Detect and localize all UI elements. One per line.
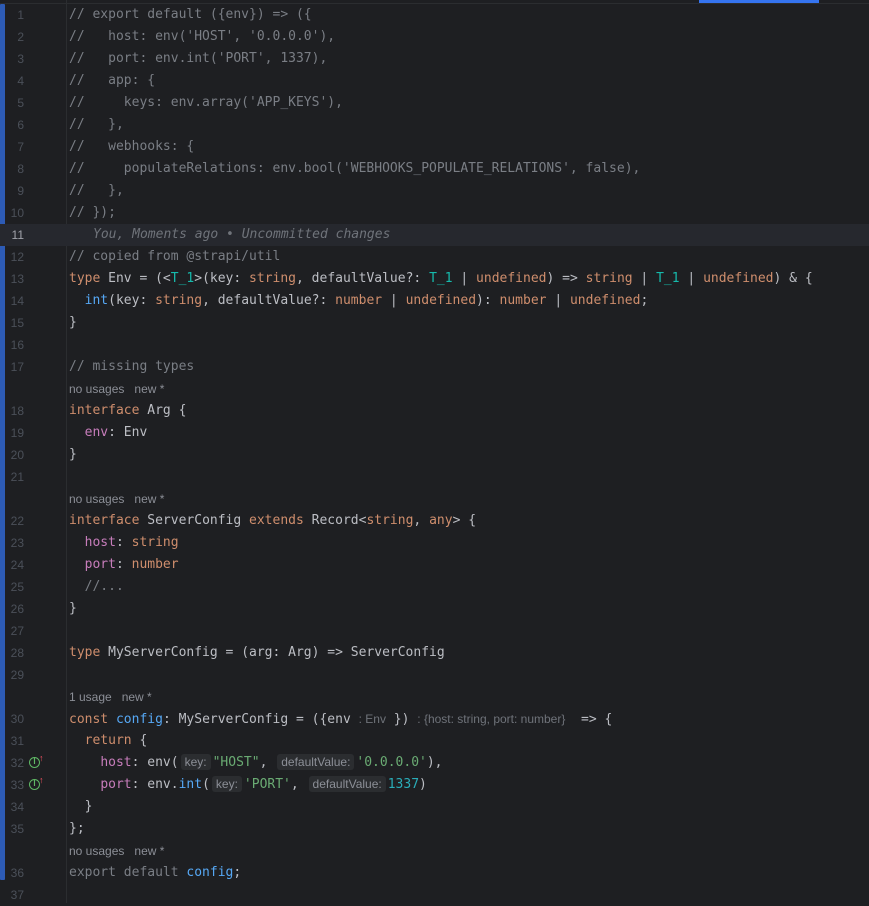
code-line[interactable]: 5// keys: env.array('APP_KEYS'), xyxy=(0,92,869,114)
code-line[interactable]: 28 type MyServerConfig = (arg: Arg) => Se… xyxy=(0,642,869,664)
inlay-param-hint: defaultValue: xyxy=(308,776,386,792)
implements-member-icon[interactable]: I xyxy=(29,776,44,790)
current-line[interactable]: 11 You, Moments ago • Uncommitted changes xyxy=(0,224,869,246)
usages-hint[interactable]: no usages new * xyxy=(0,488,869,510)
comment: //... xyxy=(84,579,124,594)
comment: // export default ({env}) => ({ xyxy=(69,7,312,22)
code-line[interactable]: 31 return { xyxy=(0,730,869,752)
code-line[interactable]: 6// }, xyxy=(0,114,869,136)
implements-member-icon[interactable]: I xyxy=(29,754,44,768)
inlay-return-type-hint: : {host: string, port: number} xyxy=(417,712,566,726)
comment: // webhooks: { xyxy=(69,139,195,154)
usages-hint[interactable]: no usages new * xyxy=(0,840,869,862)
code-line[interactable]: 2// host: env('HOST', '0.0.0.0'), xyxy=(0,26,869,48)
code-line[interactable]: 10// }); xyxy=(0,202,869,224)
code-line[interactable]: 4// app: { xyxy=(0,70,869,92)
inlay-param-hint: key: xyxy=(211,776,242,792)
inlay-type-hint: : Env xyxy=(358,712,386,726)
code-line[interactable]: 14 int(key: string, defaultValue?: numbe… xyxy=(0,290,869,312)
usages-hint[interactable]: no usages new * xyxy=(0,378,869,400)
code-line[interactable]: 29 xyxy=(0,664,869,686)
code-line[interactable]: 13 type Env = (<T_1>(key: string, default… xyxy=(0,268,869,290)
comment: // port: env.int('PORT', 1337), xyxy=(69,51,328,66)
code-line[interactable]: 19 env: Env xyxy=(0,422,869,444)
comment: // app: { xyxy=(69,73,156,88)
code-line[interactable]: 7// webhooks: { xyxy=(0,136,869,158)
code-line[interactable]: 20} xyxy=(0,444,869,466)
comment: // missing types xyxy=(69,359,195,374)
inlay-param-hint: defaultValue: xyxy=(277,754,355,770)
code-line[interactable]: 21 xyxy=(0,466,869,488)
code-line[interactable]: 8// populateRelations: env.bool('WEBHOOK… xyxy=(0,158,869,180)
code-line[interactable]: 23 host: string xyxy=(0,532,869,554)
code-line[interactable]: 34 } xyxy=(0,796,869,818)
code-editor[interactable]: 1// export default ({env}) => ({ 2// hos… xyxy=(0,0,869,903)
code-line[interactable]: 26} xyxy=(0,598,869,620)
usages-hint[interactable]: 1 usage new * xyxy=(0,686,869,708)
code-line[interactable]: 15} xyxy=(0,312,869,334)
code-line[interactable]: 33I port: env.int(key:'PORT', defaultVal… xyxy=(0,774,869,796)
inlay-param-hint: key: xyxy=(180,754,211,770)
code-line[interactable]: 3// port: env.int('PORT', 1337), xyxy=(0,48,869,70)
comment: // populateRelations: env.bool('WEBHOOKS… xyxy=(69,161,641,176)
comment: // host: env('HOST', '0.0.0.0'), xyxy=(69,29,336,44)
code-line[interactable]: 35}; xyxy=(0,818,869,840)
code-line[interactable]: 17// missing types xyxy=(0,356,869,378)
code-line[interactable]: 36 export default config; xyxy=(0,862,869,884)
code-line[interactable]: 25 //... xyxy=(0,576,869,598)
comment: // }, xyxy=(69,183,124,198)
code-line[interactable]: 30 const config: MyServerConfig = ({env :… xyxy=(0,708,869,730)
code-line[interactable]: 27 xyxy=(0,620,869,642)
code-line[interactable]: 22 interface ServerConfig extends Record<… xyxy=(0,510,869,532)
code-line[interactable]: 9// }, xyxy=(0,180,869,202)
code-line[interactable]: 24 port: number xyxy=(0,554,869,576)
comment: // }); xyxy=(69,205,116,220)
comment: // copied from @strapi/util xyxy=(69,249,281,264)
code-line[interactable]: 32I host: env(key:"HOST", defaultValue:'… xyxy=(0,752,869,774)
git-blame-annotation[interactable]: You, Moments ago • Uncommitted changes xyxy=(93,224,390,246)
code-lines: 1// export default ({env}) => ({ 2// hos… xyxy=(0,4,869,906)
comment: // }, xyxy=(69,117,124,132)
comment: // keys: env.array('APP_KEYS'), xyxy=(69,95,343,110)
code-line[interactable]: 12// copied from @strapi/util xyxy=(0,246,869,268)
code-line[interactable]: 16 xyxy=(0,334,869,356)
code-line[interactable]: 18 interface Arg { xyxy=(0,400,869,422)
code-line[interactable]: 1// export default ({env}) => ({ xyxy=(0,4,869,26)
